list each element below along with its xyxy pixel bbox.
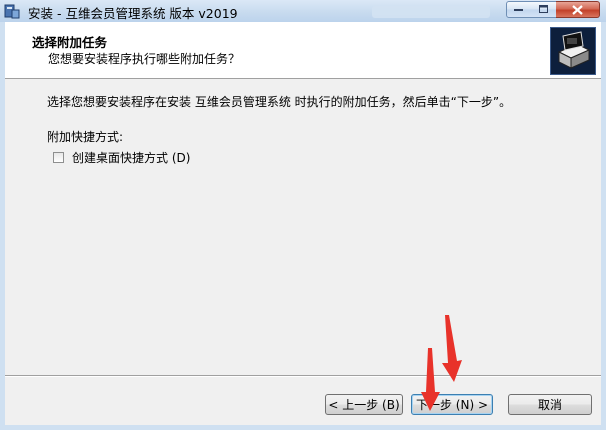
window-title: 安装 - 互维会员管理系统 版本 v2019 xyxy=(28,6,238,21)
page-title: 选择附加任务 xyxy=(32,35,108,50)
title-bar: 安装 - 互维会员管理系统 版本 v2019 xyxy=(0,0,606,23)
setup-box-icon xyxy=(550,27,596,75)
wizard-body: 选择您想要安装程序在安装 互维会员管理系统 时执行的附加任务，然后单击“下一步”… xyxy=(5,79,601,375)
wizard-header: 选择附加任务 您想要安装程序执行哪些附加任务？ xyxy=(5,22,601,79)
window-frame-bottom xyxy=(0,425,606,430)
annotation-arrow-right xyxy=(442,315,462,382)
back-button[interactable]: < 上一步 (B) xyxy=(325,394,403,415)
wizard-footer: < 上一步 (B) 下一步 (N) > 取消 xyxy=(5,377,601,425)
minimize-button[interactable] xyxy=(506,1,532,18)
blurred-overlay xyxy=(372,6,490,18)
installer-app-icon[interactable] xyxy=(4,3,20,19)
page-subtitle: 您想要安装程序执行哪些附加任务？ xyxy=(48,52,241,66)
close-icon xyxy=(572,4,583,15)
annotation-arrow-left xyxy=(421,348,440,411)
close-button[interactable] xyxy=(556,1,600,18)
shortcut-group-label: 附加快捷方式: xyxy=(47,130,124,144)
cancel-button[interactable]: 取消 xyxy=(508,394,592,415)
maximize-icon xyxy=(538,5,548,13)
desktop-shortcut-label[interactable]: 创建桌面快捷方式 (D) xyxy=(72,149,190,166)
instruction-text: 选择您想要安装程序在安装 互维会员管理系统 时执行的附加任务，然后单击“下一步”… xyxy=(47,95,512,109)
maximize-button[interactable] xyxy=(531,1,557,18)
desktop-shortcut-option[interactable]: 创建桌面快捷方式 (D) xyxy=(53,149,190,166)
window-frame-right xyxy=(601,22,606,430)
minimize-icon xyxy=(514,8,523,11)
desktop-shortcut-checkbox[interactable] xyxy=(53,152,64,163)
